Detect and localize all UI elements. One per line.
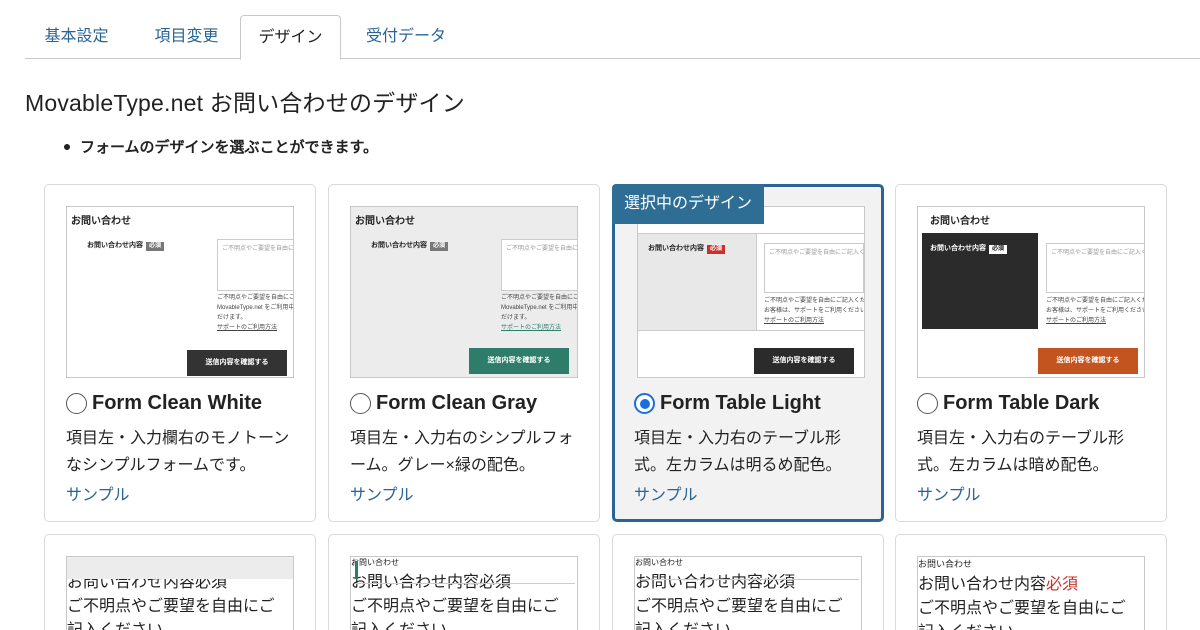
- design-card-clean-white[interactable]: お問い合わせ お問い合わせ内容必須 ご不明点やご要望を自由にご記入ください ご不…: [44, 184, 316, 522]
- design-name: Form Table Dark: [943, 392, 1100, 414]
- preview-textarea: ご不明点やご要望を自由にご記入ください: [217, 239, 293, 291]
- preview-help: ご不明点やご要望を自由にご記入ください。 MovableType.net をご利…: [501, 295, 578, 331]
- radio-clean-gray[interactable]: [350, 393, 371, 414]
- tab-basic-settings[interactable]: 基本設定: [25, 15, 128, 59]
- design-name: Form Table Light: [660, 392, 821, 414]
- preview-thumbnail: お問い合わせ お問い合わせ内容必須 ご不明点やご要望を自由にご記入ください ご不…: [66, 206, 294, 378]
- preview-textarea: ご不明点やご要望を自由にご記入ください: [764, 243, 864, 293]
- preview-help: ご不明点やご要望を自由にご記入ください。 お客様は、サポートをご利用ください。 …: [1046, 298, 1145, 324]
- design-name: Form Clean Gray: [376, 392, 538, 414]
- radio-table-dark[interactable]: [917, 393, 938, 414]
- design-card-row2-4[interactable]: お問い合わせ お問い合わせ内容必須 ご不明点やご要望を自由にご記入ください: [895, 534, 1167, 630]
- sample-link[interactable]: サンプル: [917, 481, 981, 505]
- tab-design[interactable]: デザイン: [240, 15, 341, 60]
- preview-thumbnail: お問い合わせ お問い合わせ内容必須 ご不明点やご要望を自由にご記入ください: [350, 556, 578, 630]
- preview-thumbnail: お問い合わせ お問い合わせ内容必須 ご不明点やご要望を自由にご記入ください: [66, 556, 294, 630]
- preview-textarea: ご不明点やご要望を自由にご記入ください: [635, 598, 843, 630]
- preview-title: お問い合わせ: [351, 558, 399, 567]
- preview-field-label: お問い合わせ内容必須: [648, 243, 726, 254]
- sample-link[interactable]: サンプル: [350, 481, 414, 505]
- preview-textarea: ご不明点やご要望を自由にご記入ください: [501, 239, 577, 291]
- preview-thumbnail: お問い合わせ お問い合わせ内容必須 ご不明点やご要望を自由にご記入ください ご不…: [350, 206, 578, 378]
- preview-thumbnail: お問い合わせ内容必須 ご不明点やご要望を自由にご記入ください ご不明点やご要望を…: [637, 206, 865, 378]
- design-description: 項目左・入力右のテーブル形式。左カラムは明るめ配色。: [634, 430, 842, 474]
- tab-field-edit[interactable]: 項目変更: [135, 15, 238, 59]
- preview-field-label: お問い合わせ内容必須: [87, 240, 165, 251]
- preview-title: お問い合わせ: [355, 216, 415, 227]
- preview-title: お問い合わせ: [71, 216, 131, 227]
- preview-field-label: お問い合わせ内容必須: [351, 574, 512, 591]
- preview-field-label: お問い合わせ内容必須: [371, 240, 449, 251]
- radio-table-light[interactable]: [634, 393, 655, 414]
- design-card-table-light[interactable]: 選択中のデザイン お問い合わせ内容必須 ご不明点やご要望を自由にご記入ください …: [612, 184, 884, 522]
- preview-thumbnail: お問い合わせ お問い合わせ内容必須 ご不明点やご要望を自由にご記入ください: [917, 556, 1145, 630]
- preview-accent-bar: [355, 561, 358, 579]
- sample-link[interactable]: サンプル: [634, 481, 698, 505]
- design-description: 項目左・入力欄右のモノトーンなシンプルフォームです。: [66, 430, 290, 474]
- preview-header: [67, 557, 293, 579]
- design-card-table-dark[interactable]: お問い合わせ お問い合わせ内容必須 ご不明点やご要望を自由にご記入ください ご不…: [895, 184, 1167, 522]
- preview-thumbnail: お問い合わせ お問い合わせ内容必須 ご不明点やご要望を自由にご記入ください: [634, 556, 862, 630]
- preview-submit-button: 送信内容を確認する: [754, 348, 854, 374]
- preview-help: ご不明点やご要望を自由にご記入ください。 お客様は、サポートをご利用ください。 …: [764, 298, 865, 324]
- preview-textarea: ご不明点やご要望を自由にご記入ください: [67, 598, 275, 630]
- preview-textarea: ご不明点やご要望を自由にご記入ください: [918, 600, 1126, 630]
- preview-field-label: お問い合わせ内容必須: [635, 574, 796, 591]
- preview-submit-button: 送信内容を確認する: [469, 348, 569, 374]
- preview-submit-button: 送信内容を確認する: [187, 350, 287, 376]
- preview-title: お問い合わせ: [918, 559, 973, 569]
- preview-submit-button: 送信内容を確認する: [1038, 348, 1138, 374]
- design-card-row2-2[interactable]: お問い合わせ お問い合わせ内容必須 ご不明点やご要望を自由にご記入ください: [328, 534, 600, 630]
- selected-design-badge: 選択中のデザイン: [612, 184, 765, 224]
- bullet: [64, 144, 70, 150]
- radio-clean-white[interactable]: [66, 393, 87, 414]
- preview-title: お問い合わせ: [930, 216, 990, 227]
- design-card-row2-1[interactable]: お問い合わせ お問い合わせ内容必須 ご不明点やご要望を自由にご記入ください: [44, 534, 316, 630]
- preview-field-label: お問い合わせ内容必須: [930, 243, 1008, 254]
- tab-submissions[interactable]: 受付データ: [347, 15, 465, 59]
- design-description: 項目左・入力右のシンプルフォーム。グレー×緑の配色。: [350, 430, 574, 474]
- page-title: MovableType.net お問い合わせのデザイン: [25, 90, 465, 116]
- preview-thumbnail: お問い合わせ お問い合わせ内容必須 ご不明点やご要望を自由にご記入ください ご不…: [917, 206, 1145, 378]
- design-card-clean-gray[interactable]: お問い合わせ お問い合わせ内容必須 ご不明点やご要望を自由にご記入ください ご不…: [328, 184, 600, 522]
- design-name: Form Clean White: [92, 392, 263, 414]
- preview-textarea: ご不明点やご要望を自由にご記入ください: [351, 598, 559, 630]
- design-description: 項目左・入力右のテーブル形式。左カラムは暗め配色。: [917, 430, 1125, 474]
- preview-help: ご不明点やご要望を自由にご記入ください。 MovableType.net をご利…: [217, 295, 294, 331]
- design-note: フォームのデザインを選ぶことができます。: [80, 139, 379, 156]
- design-card-row2-3[interactable]: お問い合わせ お問い合わせ内容必須 ご不明点やご要望を自由にご記入ください: [612, 534, 884, 630]
- preview-field-label: お問い合わせ内容必須: [918, 576, 1079, 593]
- sample-link[interactable]: サンプル: [66, 481, 130, 505]
- preview-textarea: ご不明点やご要望を自由にご記入ください: [1046, 243, 1144, 293]
- preview-title: お問い合わせ: [635, 558, 683, 567]
- tab-bar: 基本設定 項目変更 デザイン 受付データ: [25, 15, 1200, 60]
